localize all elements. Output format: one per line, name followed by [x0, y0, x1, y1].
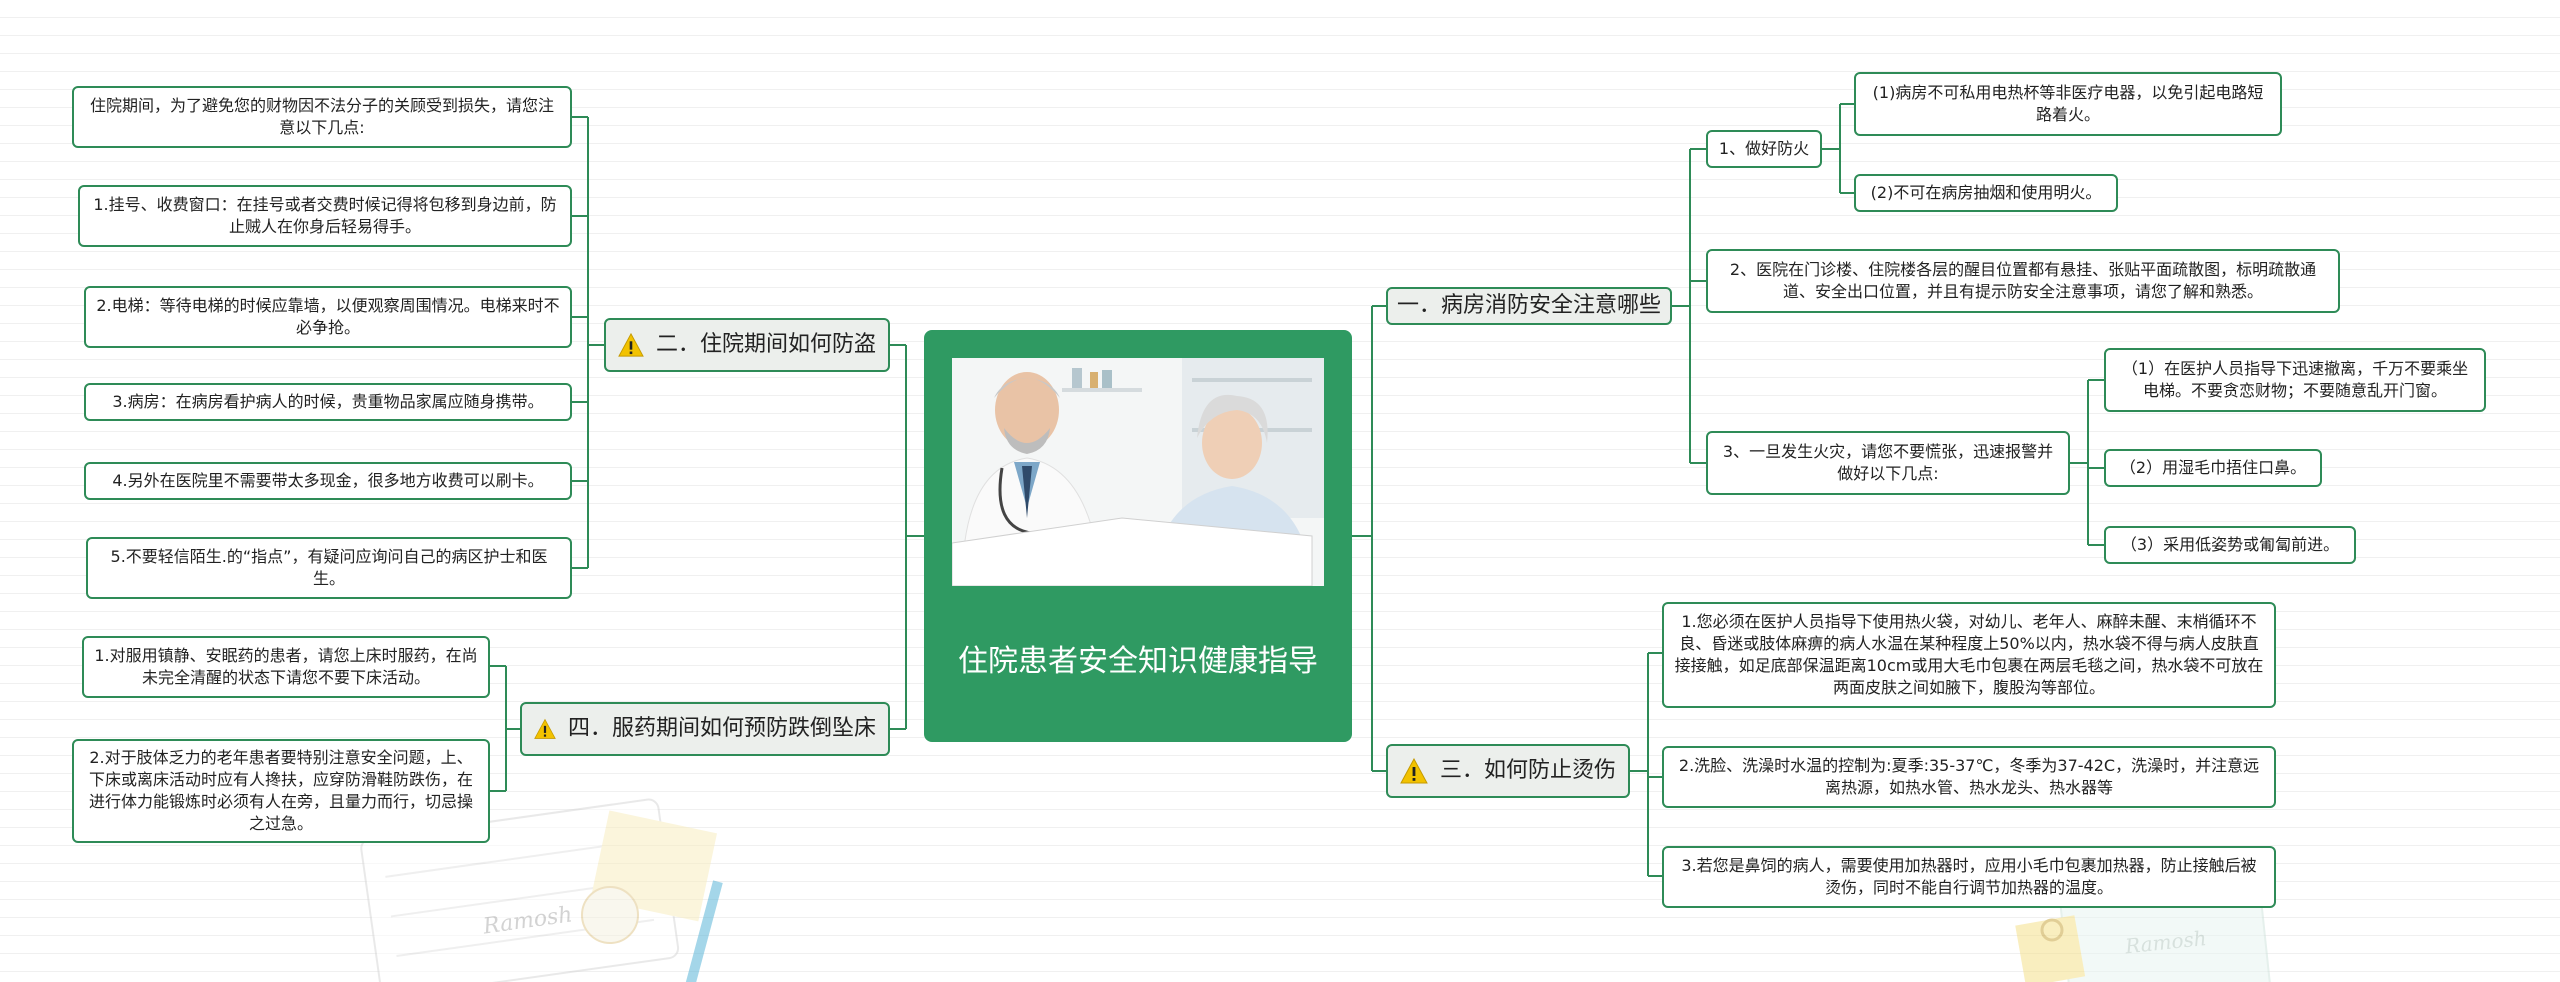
theft-node-intro[interactable]: 住院期间，为了避免您的财物因不法分子的关顾受到损失，请您注意以下几点: [72, 86, 572, 148]
topic-theft-prevention-label: 二．住院期间如何防盗 [655, 332, 876, 357]
fire-node-if-fire[interactable]: 3、一旦发生火灾，请您不要慌张，迅速报警并做好以下几点: [1706, 431, 2070, 495]
topic-theft-prevention[interactable]: 二．住院期间如何防盗 [604, 318, 890, 372]
fire-node-prevent-fire[interactable]: 1、做好防火 [1706, 130, 1822, 168]
burn-node-heater-label: 3.若您是鼻饲的病人，需要使用加热器时，应用小毛巾包裹加热器，防止接触后被烫伤，… [1681, 856, 2257, 897]
theft-node-payment-window[interactable]: 1.挂号、收费窗口：在挂号或者交费时候记得将包移到身边前，防止贼人在你身后轻易得… [78, 185, 572, 247]
fire-node-crouch[interactable]: （3）采用低姿势或匍匐前进。 [2104, 526, 2356, 564]
warning-icon [534, 718, 556, 739]
theft-node-ward[interactable]: 3.病房：在病房看护病人的时候，贵重物品家属应随身携带。 [84, 383, 572, 421]
fire-node-wet-towel-label: （2）用湿毛巾捂住口鼻。 [2119, 458, 2307, 477]
topic-burn-prevention[interactable]: 三．如何防止烫伤 [1386, 744, 1630, 798]
fall-node-sedatives[interactable]: 1.对服用镇静、安眠药的患者，请您上床时服药，在尚未完全清醒的状态下请您不要下床… [82, 636, 490, 698]
burn-node-water-temperature-label: 2.洗脸、洗澡时水温的控制为:夏季:35-37℃，冬季为37-42C，洗澡时，并… [1678, 756, 2260, 797]
central-topic[interactable]: 住院患者安全知识健康指导 [924, 330, 1352, 742]
fire-node-evacuate[interactable]: （1）在医护人员指导下迅速撤离，千万不要乘坐电梯。不要贪恋财物；不要随意乱开门窗… [2104, 348, 2486, 412]
fire-node-no-smoking[interactable]: (2)不可在病房抽烟和使用明火。 [1854, 174, 2118, 212]
topic-fall-prevention[interactable]: 四．服药期间如何预防跌倒坠床 [520, 702, 890, 756]
fire-node-wet-towel[interactable]: （2）用湿毛巾捂住口鼻。 [2104, 449, 2322, 487]
topic-fire-safety-label: 一．病房消防安全注意哪些 [1397, 293, 1662, 318]
fire-node-evacuation-maps[interactable]: 2、医院在门诊楼、住院楼各层的醒目位置都有悬挂、张贴平面疏散图，标明疏散通道、安… [1706, 249, 2340, 313]
fall-node-sedatives-label: 1.对服用镇静、安眠药的患者，请您上床时服药，在尚未完全清醒的状态下请您不要下床… [94, 646, 478, 687]
theft-node-payment-window-label: 1.挂号、收费窗口：在挂号或者交费时候记得将包移到身边前，防止贼人在你身后轻易得… [93, 195, 557, 236]
warning-icon [1400, 758, 1428, 784]
fall-node-elderly-weakness[interactable]: 2.对于肢体乏力的老年患者要特别注意安全问题，上、下床或离床活动时应有人搀扶，应… [72, 739, 490, 843]
fire-node-evacuate-label: （1）在医护人员指导下迅速撤离，千万不要乘坐电梯。不要贪恋财物；不要随意乱开门窗… [2121, 359, 2469, 400]
theft-node-intro-label: 住院期间，为了避免您的财物因不法分子的关顾受到损失，请您注意以下几点: [89, 96, 554, 137]
theft-node-elevator[interactable]: 2.电梯：等待电梯的时候应靠墙，以便观察周围情况。电梯来时不必争抢。 [84, 286, 572, 348]
burn-node-water-temperature[interactable]: 2.洗脸、洗澡时水温的控制为:夏季:35-37℃，冬季为37-42C，洗澡时，并… [1662, 746, 2276, 808]
theft-node-ward-label: 3.病房：在病房看护病人的时候，贵重物品家属应随身携带。 [112, 392, 544, 411]
theft-node-cash[interactable]: 4.另外在医院里不需要带太多现金，很多地方收费可以刷卡。 [84, 462, 572, 500]
fire-node-prevent-fire-label: 1、做好防火 [1718, 139, 1810, 158]
fire-node-no-appliances[interactable]: (1)病房不可私用电热杯等非医疗电器，以免引起电路短路着火。 [1854, 72, 2282, 136]
theft-node-strangers-label: 5.不要轻信陌生.的“指点”，有疑问应询问自己的病区护士和医生。 [110, 547, 548, 588]
fire-node-evacuation-maps-label: 2、医院在门诊楼、住院楼各层的醒目位置都有悬挂、张贴平面疏散图，标明疏散通道、安… [1729, 260, 2317, 301]
theft-node-strangers[interactable]: 5.不要轻信陌生.的“指点”，有疑问应询问自己的病区护士和医生。 [86, 537, 572, 599]
fire-node-if-fire-label: 3、一旦发生火灾，请您不要慌张，迅速报警并做好以下几点: [1722, 442, 2054, 483]
fire-node-no-smoking-label: (2)不可在病房抽烟和使用明火。 [1870, 183, 2102, 202]
theft-node-cash-label: 4.另外在医院里不需要带太多现金，很多地方收费可以刷卡。 [112, 471, 544, 490]
warning-icon [618, 332, 644, 357]
central-topic-title: 住院患者安全知识健康指导 [958, 644, 1318, 679]
topic-fire-safety[interactable]: 一．病房消防安全注意哪些 [1386, 287, 1672, 325]
theft-node-elevator-label: 2.电梯：等待电梯的时候应靠墙，以便观察周围情况。电梯来时不必争抢。 [96, 296, 560, 337]
topic-burn-prevention-label: 三．如何防止烫伤 [1439, 758, 1616, 783]
fall-node-elderly-weakness-label: 2.对于肢体乏力的老年患者要特别注意安全问题，上、下床或离床活动时应有人搀扶，应… [88, 748, 473, 833]
burn-node-heater[interactable]: 3.若您是鼻饲的病人，需要使用加热器时，应用小毛巾包裹加热器，防止接触后被烫伤，… [1662, 846, 2276, 908]
burn-node-hot-water-bag[interactable]: 1.您必须在医护人员指导下使用热火袋，对幼儿、老年人、麻醉未醒、末梢循环不良、昏… [1662, 602, 2276, 708]
fire-node-crouch-label: （3）采用低姿势或匍匐前进。 [2120, 535, 2340, 554]
doctor-and-patient-photo [952, 358, 1324, 586]
topic-fall-prevention-label: 四．服药期间如何预防跌倒坠床 [567, 716, 876, 741]
fire-node-no-appliances-label: (1)病房不可私用电热杯等非医疗电器，以免引起电路短路着火。 [1872, 83, 2264, 124]
burn-node-hot-water-bag-label: 1.您必须在医护人员指导下使用热火袋，对幼儿、老年人、麻醉未醒、末梢循环不良、昏… [1674, 612, 2264, 697]
